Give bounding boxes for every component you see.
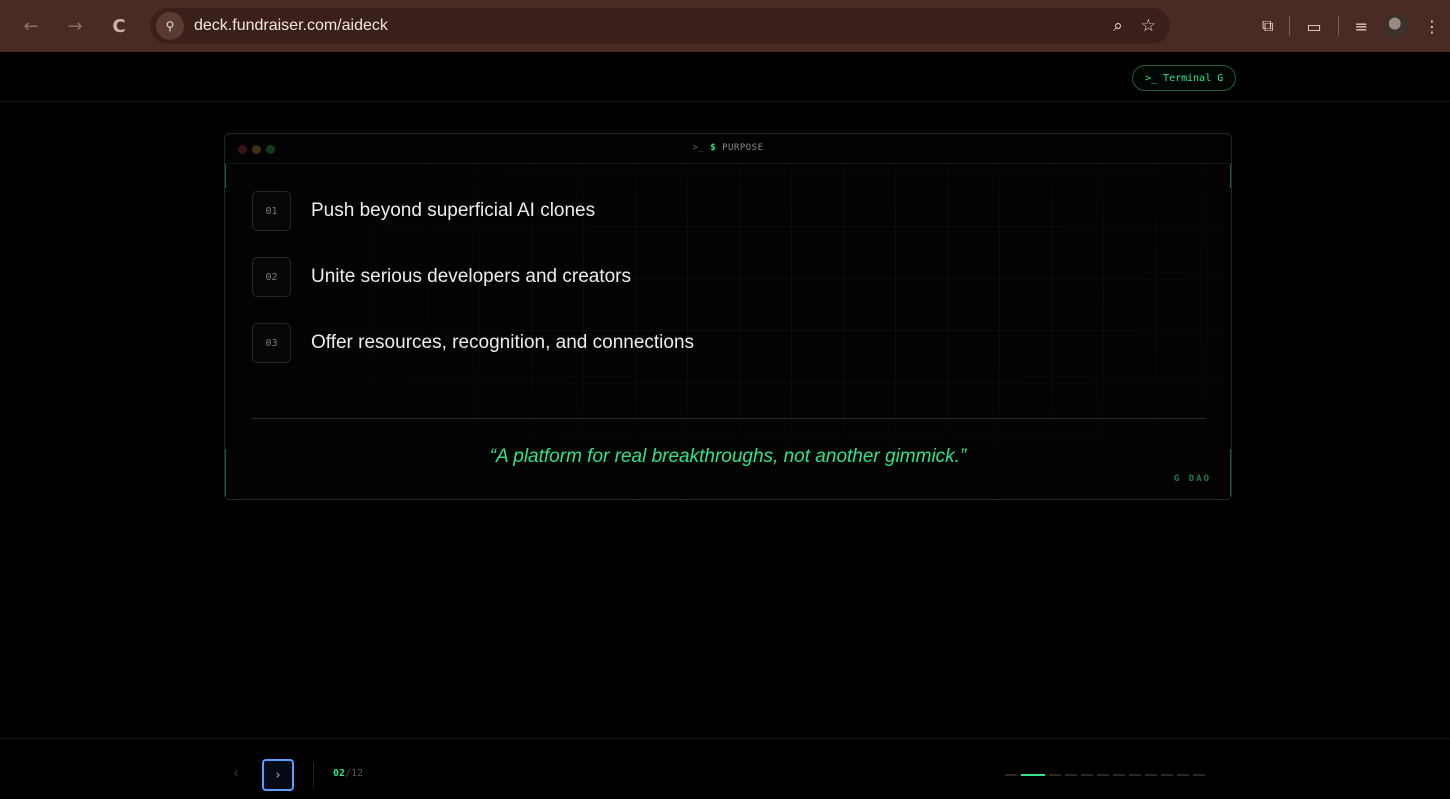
- browser-toolbar: ← → C ⚲ deck.fundraiser.com/aideck ⌕ ☆ ⧉…: [0, 0, 1450, 52]
- item-number: 02: [252, 257, 291, 297]
- site-info-icon[interactable]: ⚲: [156, 12, 184, 40]
- progress-segment[interactable]: [1161, 774, 1173, 776]
- list-item: 01 Push beyond superficial AI clones: [252, 191, 595, 231]
- progress-segment[interactable]: [1005, 774, 1017, 776]
- progress-segment[interactable]: [1021, 774, 1045, 776]
- corner-accent: [1230, 164, 1231, 188]
- progress-segment[interactable]: [1113, 774, 1125, 776]
- reload-icon[interactable]: C: [104, 11, 134, 41]
- url-text[interactable]: deck.fundraiser.com/aideck: [194, 17, 388, 35]
- deck-page: >_ Terminal G >_ $ PURPOSE 01 Push beyon…: [0, 52, 1450, 799]
- progress-segment[interactable]: [1177, 774, 1189, 776]
- item-text: Push beyond superficial AI clones: [311, 200, 596, 221]
- profile-avatar[interactable]: [1384, 14, 1408, 38]
- item-text: Offer resources, recognition, and connec…: [311, 332, 695, 353]
- item-number: 01: [252, 191, 291, 231]
- divider: [252, 418, 1206, 419]
- progress-segment[interactable]: [1097, 774, 1109, 776]
- toolbar-separator: [1337, 16, 1339, 36]
- progress-segment[interactable]: [1129, 774, 1141, 776]
- purpose-terminal-window: >_ $ PURPOSE 01 Push beyond superficial …: [224, 133, 1232, 500]
- slide-navigation-bar: ‹ › 02/12: [0, 738, 1450, 799]
- item-text: Unite serious developers and creators: [311, 266, 632, 287]
- item-number: 03: [252, 323, 291, 363]
- back-icon[interactable]: ←: [16, 11, 46, 41]
- corner-accent: [225, 164, 226, 188]
- next-slide-button[interactable]: ›: [262, 759, 294, 791]
- progress-segment[interactable]: [1065, 774, 1077, 776]
- nav-separator: [313, 762, 314, 788]
- tagline-quote: “A platform for real breakthroughs, not …: [489, 446, 967, 467]
- slide-counter: 02/12: [333, 768, 363, 779]
- toolbar-separator: [1289, 16, 1291, 36]
- list-item: 02 Unite serious developers and creators: [252, 257, 631, 297]
- dollar-sign: $: [710, 143, 717, 153]
- terminal-icon: >_: [1145, 72, 1158, 84]
- address-bar[interactable]: ⚲ deck.fundraiser.com/aideck ⌕ ☆: [150, 8, 1170, 44]
- terminal-label: Terminal G: [1163, 72, 1224, 84]
- total-slides: /12: [345, 768, 364, 779]
- reading-mode-icon[interactable]: ▭: [1306, 17, 1321, 36]
- list-item: 03 Offer resources, recognition, and con…: [252, 323, 694, 363]
- slide-progress-indicator: [1005, 774, 1205, 776]
- media-control-icon[interactable]: ≡: [1355, 17, 1368, 36]
- progress-segment[interactable]: [1081, 774, 1093, 776]
- zoom-icon[interactable]: ⌕: [1113, 16, 1123, 36]
- signature: G DAO: [1173, 474, 1211, 484]
- terminal-g-button[interactable]: >_ Terminal G: [1132, 65, 1237, 91]
- window-title-text: PURPOSE: [722, 143, 764, 153]
- progress-segment[interactable]: [1193, 774, 1205, 776]
- progress-segment[interactable]: [1145, 774, 1157, 776]
- progress-segment[interactable]: [1049, 774, 1061, 776]
- window-titlebar: >_ $ PURPOSE: [225, 134, 1231, 164]
- current-slide-number: 02: [333, 768, 346, 779]
- prompt-icon: >_: [692, 143, 705, 153]
- browser-menu-icon[interactable]: ⋮: [1424, 17, 1440, 36]
- window-title: >_ $ PURPOSE: [225, 143, 1231, 153]
- deck-topbar: >_ Terminal G: [0, 52, 1450, 102]
- forward-icon[interactable]: →: [60, 11, 90, 41]
- bookmark-star-icon[interactable]: ☆: [1141, 16, 1156, 36]
- extensions-icon[interactable]: ⧉: [1262, 16, 1273, 36]
- previous-slide-button[interactable]: ‹: [224, 761, 248, 785]
